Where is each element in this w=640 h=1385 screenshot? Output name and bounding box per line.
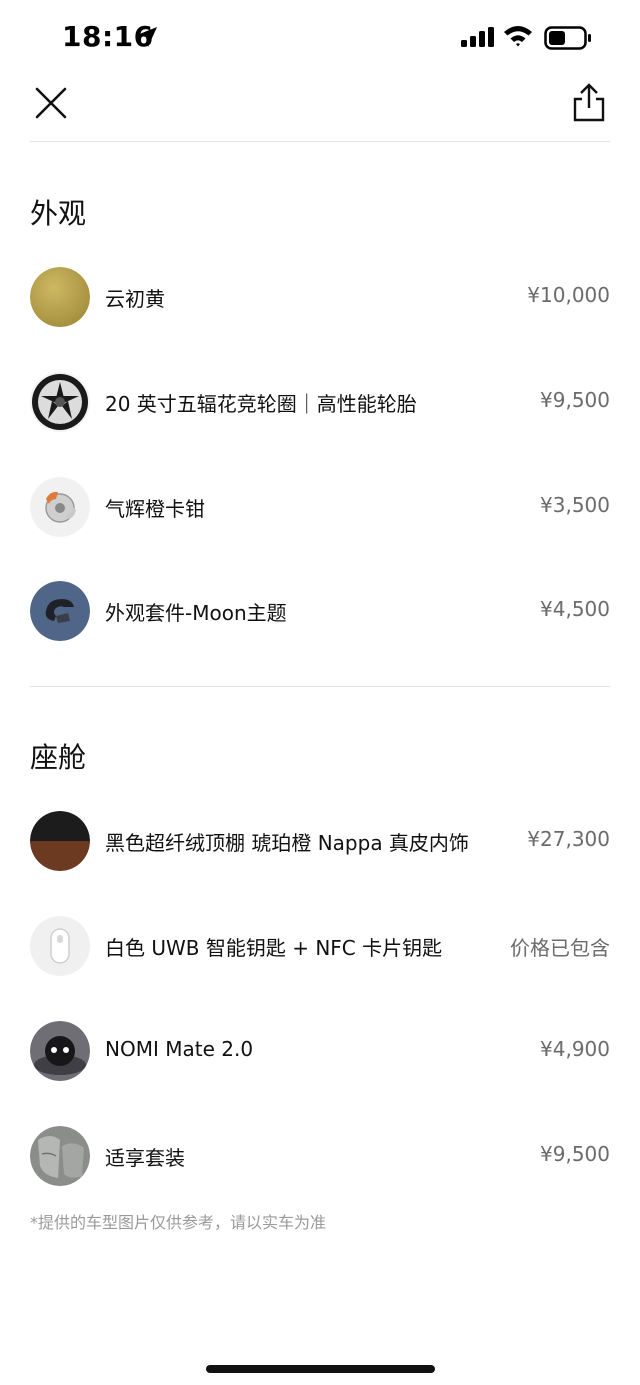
option-price: ¥3,500 [540,493,610,517]
nomi-thumbnail [30,1021,90,1081]
option-price: 价格已包含 [510,936,610,960]
option-price: ¥27,300 [527,827,610,851]
option-name: 气辉橙卡钳 [105,497,205,521]
option-price: ¥9,500 [540,388,610,412]
key-thumbnail [30,916,90,976]
option-row-key[interactable]: 白色 UWB 智能钥匙 + NFC 卡片钥匙 价格已包含 [30,916,610,978]
interior-swatch-thumbnail [30,811,90,871]
option-name: 适享套装 [105,1146,185,1170]
header-divider [30,141,610,142]
section-title-cabin: 座舱 [30,741,87,774]
option-row-interior[interactable]: 黑色超纤绒顶棚 琥珀橙 Nappa 真皮内饰 ¥27,300 [30,811,610,873]
option-row-nomi[interactable]: NOMI Mate 2.0 ¥4,900 [30,1021,610,1083]
option-row-paint[interactable]: 云初黄 ¥10,000 [30,267,610,329]
disclaimer-note: *提供的车型图片仅供参考，请以实车为准 [30,1213,327,1232]
paint-swatch-thumbnail [30,267,90,327]
option-row-wheels[interactable]: 20 英寸五辐花竞轮圈｜高性能轮胎 ¥9,500 [30,372,610,434]
wifi-icon [503,24,533,52]
option-price: ¥4,500 [540,597,610,621]
location-arrow-icon [136,26,158,52]
close-icon [35,87,67,119]
caliper-thumbnail [30,477,90,537]
option-price: ¥9,500 [540,1142,610,1166]
option-name: 外观套件-Moon主题 [105,601,287,625]
section-divider [30,686,610,687]
option-name: 20 英寸五辐花竞轮圈｜高性能轮胎 [105,392,417,416]
home-indicator[interactable] [206,1365,435,1373]
status-bar: 18:16 [0,0,640,75]
option-price: ¥10,000 [527,283,610,307]
cellular-signal-icon [461,27,495,51]
option-row-comfort-pack[interactable]: 适享套装 ¥9,500 [30,1126,610,1188]
section-title-exterior: 外观 [30,197,87,230]
option-row-moon-kit[interactable]: 外观套件-Moon主题 ¥4,500 [30,581,610,643]
close-button[interactable] [30,82,72,124]
option-row-caliper[interactable]: 气辉橙卡钳 ¥3,500 [30,477,610,539]
wheel-thumbnail [30,372,90,432]
option-name: 黑色超纤绒顶棚 琥珀橙 Nappa 真皮内饰 [105,831,469,855]
exterior-kit-thumbnail [30,581,90,641]
option-name: 白色 UWB 智能钥匙 + NFC 卡片钥匙 [105,936,443,960]
battery-icon [544,24,592,56]
share-icon [573,83,605,122]
seat-thumbnail [30,1126,90,1186]
option-price: ¥4,900 [540,1037,610,1061]
share-button[interactable] [568,82,610,124]
option-name: NOMI Mate 2.0 [105,1037,254,1061]
option-name: 云初黄 [105,287,165,311]
